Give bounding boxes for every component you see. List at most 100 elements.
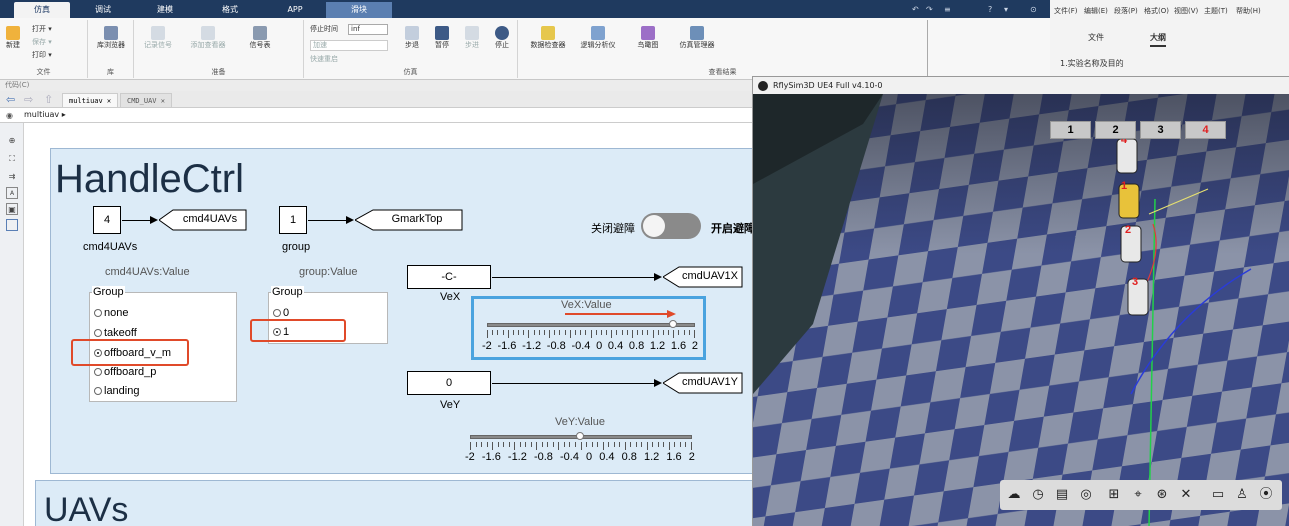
chevron-down-icon[interactable]: ▾ [1004, 3, 1008, 16]
sim-title-bar: RflySim3D UE4 Full v4.10-0 [753, 77, 1289, 94]
annotation-icon[interactable]: A [6, 187, 18, 199]
accel-mode-select[interactable]: 加速 [310, 40, 388, 51]
view-button-2[interactable]: 2 [1095, 121, 1136, 139]
constant-block-vex[interactable]: -C- [407, 265, 491, 289]
view-button-3[interactable]: 3 [1140, 121, 1181, 139]
panel-tab-outline[interactable]: 大纲 [1150, 32, 1166, 47]
menu-view[interactable]: 视图(V) [1174, 6, 1198, 16]
library-browser-button[interactable]: 库浏览器 [92, 26, 130, 50]
breadcrumb[interactable]: multiuav ▸ [24, 110, 66, 119]
vex-slider-track[interactable] [487, 323, 695, 327]
tab-cmd-uav[interactable]: CMD_UAV ✕ [120, 93, 172, 107]
radio-offboard-p[interactable]: offboard_p [94, 366, 156, 378]
slider-tick [679, 442, 681, 447]
cloud-icon[interactable]: ☁ [1006, 487, 1022, 503]
stop-time-input[interactable]: inf [348, 24, 388, 35]
zoom-icon[interactable]: ⊕ [6, 135, 18, 147]
back-arrow-icon[interactable]: ⇦ [6, 93, 15, 106]
slider-tick [507, 330, 509, 338]
ribbon-body: 新建 打开 ▾ 保存 ▾ 打印 ▾ 文件 库浏览器 库 记录信号 添加查看器 信… [0, 18, 1050, 80]
constant-block-cmd4uavs[interactable]: 4 [93, 206, 121, 234]
image-icon[interactable]: ▣ [6, 203, 18, 215]
tab-app[interactable]: APP [272, 2, 318, 18]
help-icon[interactable]: ? [988, 3, 992, 16]
constant-block-group[interactable]: 1 [279, 206, 307, 234]
signal-line[interactable] [492, 383, 654, 384]
sim-3d-view[interactable]: 4 1 2 3 1 2 3 4 ☁ ◷ ▤ ◎ ⊞ ⌖ ⊛ ✕ ▭ ♙ ⦿ [753, 94, 1289, 526]
area-handlectrl[interactable]: HandleCtrl 4 cmd4UAVs cmd4UAVs 1 group G… [50, 148, 780, 474]
add-viewer-button[interactable]: 添加查看器 [186, 26, 230, 50]
signal-line[interactable] [308, 220, 346, 221]
save-button[interactable]: 保存 ▾ [32, 38, 52, 47]
constant-block-vey[interactable]: 0 [407, 371, 491, 395]
vey-slider-thumb[interactable] [576, 432, 584, 440]
data-inspector-button[interactable]: 数据检查器 [528, 26, 568, 50]
tab-slider[interactable]: 滑块 [326, 2, 392, 18]
birds-eye-button[interactable]: 鸟瞰图 [628, 26, 668, 50]
pause-button[interactable]: 暂停 [430, 26, 454, 50]
outline-item[interactable]: 1.实验名称及目的 [1060, 58, 1124, 69]
prepare-section-label: 准备 [211, 68, 226, 76]
target-icon[interactable]: ◎ [1078, 487, 1094, 503]
avoidance-toggle[interactable] [641, 213, 701, 239]
trash-icon[interactable]: ✕ [1178, 487, 1194, 503]
clock-icon[interactable]: ◷ [1030, 487, 1046, 503]
signal-table-button[interactable]: 信号表 [242, 26, 278, 50]
rflysim-window[interactable]: RflySim3D UE4 Full v4.10-0 4 1 2 3 1 2 3… [752, 76, 1289, 526]
area-uavs[interactable]: UAVs [35, 480, 765, 526]
new-button[interactable]: 新建 [6, 26, 20, 50]
location-icon[interactable]: ⌖ [1130, 487, 1146, 503]
tab-modeling[interactable]: 建模 [140, 2, 190, 18]
person-add-icon[interactable]: ♙ [1234, 487, 1250, 503]
simulate-section-label: 仿真 [403, 68, 418, 76]
signal-line[interactable] [122, 220, 150, 221]
quick-redo-icon[interactable]: ↷ [926, 3, 933, 16]
tab-multiuav[interactable]: multiuav ✕ [62, 93, 119, 107]
sim-manager-button[interactable]: 仿真管理器 [674, 26, 720, 50]
menu-format[interactable]: 格式(O) [1144, 6, 1169, 16]
menu-edit[interactable]: 编辑(E) [1084, 6, 1108, 16]
quick-undo-icon[interactable]: ↶ [912, 3, 919, 16]
area-icon[interactable] [6, 219, 18, 231]
layers-icon[interactable]: ▤ [1054, 487, 1070, 503]
open-button[interactable]: 打开 ▾ [32, 25, 52, 34]
arrow-route-icon[interactable]: ⇉ [6, 171, 18, 183]
menu-theme[interactable]: 主题(T) [1204, 6, 1228, 16]
slider-tick [674, 442, 676, 447]
stop-button[interactable]: 停止 [490, 26, 514, 50]
log-signal-button[interactable]: 记录信号 [140, 26, 176, 50]
tab-format[interactable]: 格式 [206, 2, 254, 18]
grid-icon[interactable]: ⊞ [1106, 487, 1122, 503]
forward-arrow-icon[interactable]: ⇨ [24, 93, 33, 106]
quick-menu-icon[interactable]: ≡ [944, 3, 951, 16]
compass-icon[interactable]: ⊛ [1154, 487, 1170, 503]
logic-analyzer-button[interactable]: 逻辑分析仪 [576, 26, 620, 50]
radio-group-0[interactable]: 0 [273, 307, 289, 319]
view-button-1[interactable]: 1 [1050, 121, 1091, 139]
menu-file[interactable]: 文件(F) [1054, 6, 1078, 16]
step-forward-button[interactable]: 步进 [460, 26, 484, 50]
radio-takeoff[interactable]: takeoff [94, 327, 137, 339]
fast-restart-button[interactable]: 快速重启 [310, 55, 338, 64]
screenshot-icon[interactable]: ⦿ [1258, 487, 1274, 503]
panel-tab-files[interactable]: 文件 [1088, 32, 1104, 43]
settings-icon[interactable]: ⊙ [1030, 3, 1037, 16]
radio-none[interactable]: none [94, 307, 128, 319]
model-canvas[interactable]: HandleCtrl 4 cmd4UAVs cmd4UAVs 1 group G… [24, 123, 780, 526]
slider-tick [574, 330, 576, 335]
menu-paragraph[interactable]: 段落(P) [1114, 6, 1138, 16]
camera-icon[interactable]: ▭ [1210, 487, 1226, 503]
slider-tick [652, 442, 654, 447]
up-arrow-icon[interactable]: ⇧ [44, 93, 53, 106]
radio-landing[interactable]: landing [94, 385, 139, 397]
tab-debug[interactable]: 调试 [80, 2, 126, 18]
hide-explorer-icon[interactable]: ◉ [6, 111, 13, 120]
slider-tick [619, 442, 621, 447]
signal-line[interactable] [492, 277, 654, 278]
fit-view-icon[interactable]: ⛶ [6, 153, 18, 165]
print-button[interactable]: 打印 ▾ [32, 51, 52, 60]
view-button-4[interactable]: 4 [1185, 121, 1226, 139]
step-back-button[interactable]: 步退 [400, 26, 424, 50]
menu-help[interactable]: 帮助(H) [1236, 6, 1261, 16]
tab-simulation[interactable]: 仿真 [14, 2, 70, 18]
